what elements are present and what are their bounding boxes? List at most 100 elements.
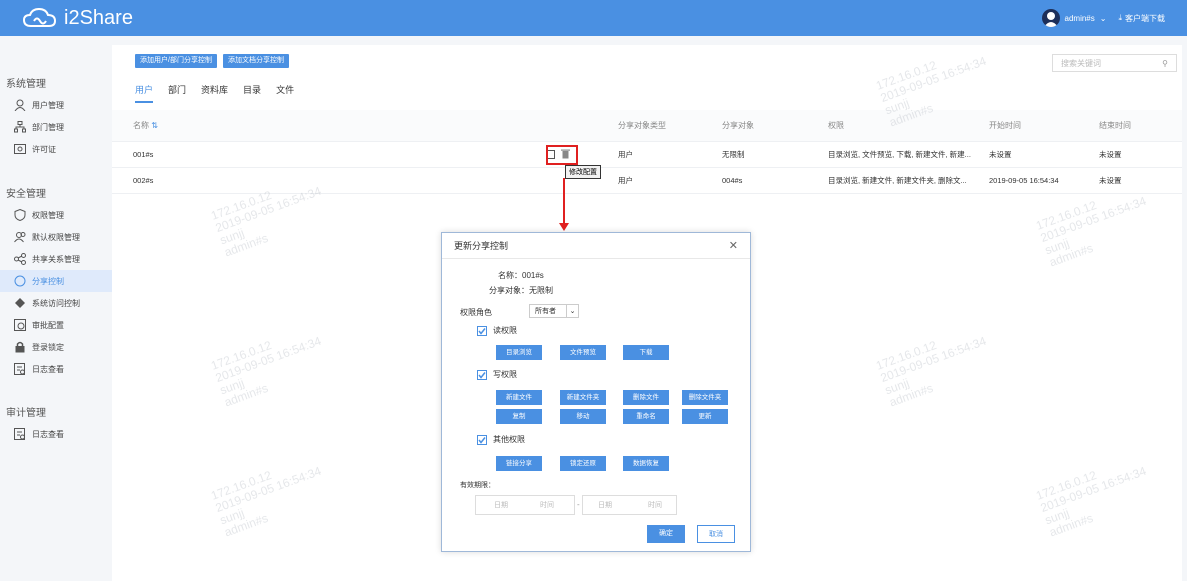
add-user-dept-share-button[interactable]: 添加用户/部门分享控制 [135, 54, 217, 68]
perm-btn-browse-dir[interactable]: 目录浏览 [496, 345, 542, 360]
cell-object: 无限制 [722, 150, 745, 159]
perm-btn-lock-restore[interactable]: 锁定还原 [560, 456, 606, 471]
tab-departments[interactable]: 部门 [168, 83, 186, 103]
sidebar-item-license[interactable]: 许可证 [0, 138, 112, 160]
table-row[interactable]: 002#s 用户 004#s 目录浏览, 新建文件, 新建文件夹, 删除文...… [112, 168, 1182, 194]
end-time-input[interactable]: 时间 [648, 500, 662, 510]
tab-files[interactable]: 文件 [276, 83, 294, 103]
sidebar-item-default-permissions[interactable]: 默认权限管理 [0, 226, 112, 248]
sidebar-item-approval[interactable]: 审批配置 [0, 314, 112, 336]
highlight-box [546, 145, 578, 165]
confirm-button[interactable]: 确定 [647, 525, 685, 543]
sidebar-group-audit: 审计管理 [6, 408, 46, 419]
cell-type: 用户 [618, 150, 633, 159]
other-permission-checkbox[interactable]: 其他权限 [477, 434, 525, 445]
dialog-title: 更新分享控制 [454, 241, 509, 251]
start-time-input[interactable]: 时间 [540, 500, 554, 510]
perm-btn-copy[interactable]: 复制 [496, 409, 542, 424]
org-chart-icon [14, 121, 26, 133]
perm-btn-delete-folder[interactable]: 删除文件夹 [682, 390, 728, 405]
perm-btn-link-share[interactable]: 链接分享 [496, 456, 542, 471]
annotation-arrow [563, 178, 565, 225]
license-icon [14, 143, 26, 155]
edit-config-tooltip: 修改配置 [565, 165, 601, 179]
shield-icon [14, 209, 26, 221]
sidebar-item-label: 许可证 [32, 144, 56, 154]
sidebar-item-system-access[interactable]: 系统访问控制 [0, 292, 112, 314]
cell-end: 未设置 [1099, 150, 1122, 159]
write-permission-checkbox[interactable]: 写权限 [477, 369, 517, 380]
app-title: i2Share [64, 6, 133, 29]
perm-btn-download[interactable]: 下载 [623, 345, 669, 360]
perm-btn-rename[interactable]: 重命名 [623, 409, 669, 424]
table-row[interactable]: 001#s 用户 无限制 目录浏览, 文件预览, 下载, 新建文件, 新建...… [112, 142, 1182, 168]
end-date-field[interactable]: 日期 时间 [582, 495, 677, 515]
table-header: 名称 ⇅ 分享对象类型 分享对象 权限 开始时间 结束时间 [112, 110, 1182, 142]
cell-name: 001#s [133, 150, 154, 159]
share-control-icon [14, 275, 26, 287]
share-control-table: 名称 ⇅ 分享对象类型 分享对象 权限 开始时间 结束时间 001#s 用户 无… [112, 110, 1182, 194]
perm-btn-move[interactable]: 移动 [560, 409, 606, 424]
col-start: 开始时间 [989, 121, 1021, 130]
sidebar-item-label: 分享控制 [32, 276, 64, 286]
tab-users[interactable]: 用户 [135, 83, 154, 103]
name-row: 名称：001#s [498, 271, 544, 280]
read-permission-checkbox[interactable]: 读权限 [477, 325, 517, 336]
sidebar-item-share-relations[interactable]: 共享关系管理 [0, 248, 112, 270]
end-date-input[interactable]: 日期 [598, 500, 612, 510]
perm-btn-new-folder[interactable]: 新建文件夹 [560, 390, 606, 405]
cell-end: 未设置 [1099, 176, 1122, 185]
col-end: 结束时间 [1099, 121, 1131, 130]
search-input[interactable]: 搜索关键词 ⚲ [1052, 54, 1177, 72]
validity-label: 有效期限： [460, 482, 495, 489]
sidebar-item-label: 日志查看 [32, 364, 64, 374]
close-icon[interactable]: ✕ [729, 239, 738, 252]
perm-btn-update[interactable]: 更新 [682, 409, 728, 424]
sidebar-item-login-lock[interactable]: 登录锁定 [0, 336, 112, 358]
object-row: 分享对象：无限制 [489, 286, 553, 295]
sidebar-item-label: 系统访问控制 [32, 298, 80, 308]
sidebar-item-label: 默认权限管理 [32, 232, 80, 242]
sidebar-item-label: 用户管理 [32, 100, 64, 110]
lock-icon [14, 341, 26, 353]
role-select[interactable]: 所有者 ⌄ [529, 304, 579, 318]
perm-btn-data-recovery[interactable]: 数据恢复 [623, 456, 669, 471]
client-download-link[interactable]: ⤓ 客户端下载 [1118, 13, 1165, 24]
search-icon[interactable]: ⚲ [1162, 59, 1168, 68]
users-icon [14, 231, 26, 243]
cloud-logo-icon [22, 7, 57, 27]
start-date-input[interactable]: 日期 [494, 500, 508, 510]
col-object: 分享对象 [722, 121, 754, 130]
sidebar-group-system: 系统管理 [6, 79, 46, 90]
cancel-button[interactable]: 取消 [697, 525, 735, 543]
sidebar-group-security: 安全管理 [6, 189, 46, 200]
log-icon [14, 428, 26, 440]
tab-directories[interactable]: 目录 [243, 83, 261, 103]
start-date-field[interactable]: 日期 时间 [475, 495, 575, 515]
update-share-control-dialog: 更新分享控制 ✕ 名称：001#s 分享对象：无限制 权限角色 所有者 ⌄ 读权… [441, 232, 751, 552]
perm-btn-delete-file[interactable]: 删除文件 [623, 390, 669, 405]
sidebar-item-label: 共享关系管理 [32, 254, 80, 264]
sort-icon[interactable]: ⇅ [151, 121, 158, 130]
sidebar-item-departments[interactable]: 部门管理 [0, 116, 112, 138]
col-name[interactable]: 名称 ⇅ [133, 120, 158, 131]
tab-bar: 用户 部门 资料库 目录 文件 [135, 83, 294, 103]
app-logo[interactable]: i2Share [22, 6, 133, 30]
perm-btn-new-file[interactable]: 新建文件 [496, 390, 542, 405]
user-menu[interactable]: admin#s ⌄ [1041, 9, 1107, 27]
cell-start: 未设置 [989, 150, 1012, 159]
perm-btn-preview-file[interactable]: 文件预览 [560, 345, 606, 360]
sidebar-item-logs[interactable]: 日志查看 [0, 358, 112, 380]
sidebar-item-share-control[interactable]: 分享控制 [0, 270, 112, 292]
role-value: 所有者 [535, 308, 556, 315]
sidebar-item-audit-logs[interactable]: 日志查看 [0, 423, 112, 445]
sidebar-item-permissions[interactable]: 权限管理 [0, 204, 112, 226]
chevron-down-icon: ⌄ [1099, 13, 1107, 23]
download-label: 客户端下载 [1125, 13, 1165, 23]
sidebar-item-label: 部门管理 [32, 122, 64, 132]
tab-libraries[interactable]: 资料库 [201, 83, 228, 103]
annotation-arrow-head [559, 223, 569, 231]
cell-type: 用户 [618, 176, 633, 185]
sidebar-item-users[interactable]: 用户管理 [0, 94, 112, 116]
add-doc-share-button[interactable]: 添加文档分享控制 [222, 54, 289, 68]
